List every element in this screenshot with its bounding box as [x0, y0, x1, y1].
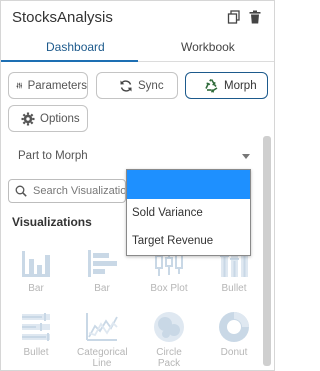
- visualization-label: Box Plot: [150, 283, 188, 294]
- parameters-label: Parameters: [27, 79, 87, 92]
- visualization-label: Categorical Line: [77, 347, 128, 369]
- visualization-tile[interactable]: Bar: [77, 247, 127, 294]
- options-button[interactable]: Options: [8, 105, 88, 132]
- tab-bar: Dashboard Workbook: [1, 34, 274, 62]
- sync-icon: [120, 79, 132, 92]
- dropdown-option-sold-variance[interactable]: Sold Variance: [132, 207, 203, 219]
- morph-label: Morph: [224, 79, 257, 92]
- donut-icon: [219, 312, 249, 342]
- panel-title: StocksAnalysis: [12, 9, 113, 26]
- parameters-button[interactable]: Parameters: [8, 72, 88, 99]
- visualization-tile[interactable]: Donut: [209, 311, 259, 358]
- sync-label: Sync: [138, 79, 164, 92]
- tab-dashboard[interactable]: Dashboard: [46, 40, 105, 54]
- gear-icon: [21, 112, 35, 125]
- search-icon: [15, 185, 27, 197]
- categorical-line-icon: [86, 313, 118, 341]
- visualization-tile[interactable]: Categorical Line: [77, 311, 128, 369]
- dropdown-option-target-revenue[interactable]: Target Revenue: [132, 235, 213, 247]
- visualization-label: Bullet: [221, 283, 247, 294]
- visualization-tile[interactable]: Circle Pack: [144, 311, 194, 369]
- part-to-morph-dropdown: Sold Variance Target Revenue: [126, 169, 251, 256]
- search-placeholder: Search Visualization: [33, 185, 126, 197]
- panel-scrollbar[interactable]: [263, 136, 271, 366]
- morph-button[interactable]: Morph: [185, 72, 268, 99]
- visualization-label: Bar: [94, 283, 110, 294]
- tab-workbook[interactable]: Workbook: [181, 40, 235, 54]
- part-to-morph-select[interactable]: Part to Morph: [18, 150, 88, 162]
- visualization-tile[interactable]: Bullet: [11, 311, 61, 358]
- dashboard-panel: StocksAnalysis Dashboard Workbook Parame…: [0, 0, 275, 371]
- copy-icon[interactable]: [227, 10, 241, 24]
- recycle-icon: [205, 79, 218, 93]
- visualization-label: Bullet: [23, 347, 49, 358]
- bar-chart-vertical-icon: [22, 251, 50, 277]
- visualization-label: Donut: [220, 347, 248, 358]
- visualization-tile[interactable]: Bar: [11, 247, 61, 294]
- visualization-label: Circle Pack: [156, 347, 182, 369]
- active-tab-indicator: [1, 60, 138, 62]
- bar-chart-horizontal-icon: [88, 250, 117, 277]
- sync-button[interactable]: Sync: [96, 72, 178, 99]
- search-visualization-input[interactable]: Search Visualization: [8, 179, 126, 203]
- dropdown-option-highlighted[interactable]: [127, 170, 250, 199]
- visualization-label: Bar: [28, 283, 44, 294]
- options-label: Options: [40, 112, 80, 125]
- visualizations-heading: Visualizations: [12, 215, 92, 229]
- circle-pack-icon: [154, 312, 184, 342]
- trash-icon[interactable]: [248, 10, 262, 24]
- chevron-down-icon[interactable]: [242, 154, 250, 159]
- sliders-icon: [16, 82, 22, 89]
- bullet-horizontal-icon: [22, 313, 50, 341]
